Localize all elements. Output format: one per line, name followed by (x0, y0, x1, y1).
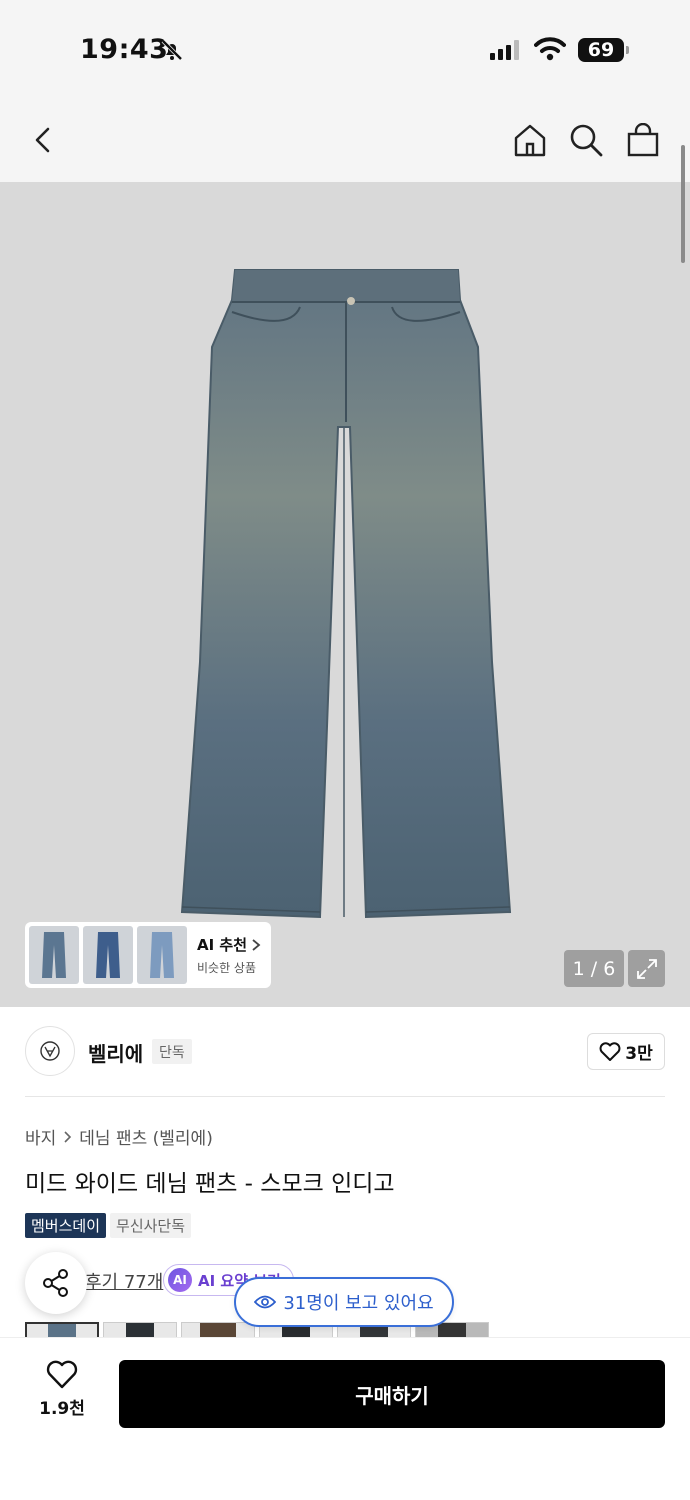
review-count-link[interactable]: 후기 77개 (85, 1268, 163, 1294)
divider (25, 1096, 665, 1097)
eye-icon (254, 1295, 277, 1309)
product-tags: 멤버스데이 무신사단독 (25, 1213, 192, 1238)
share-button[interactable] (25, 1252, 87, 1314)
viewers-toast: 31명이 보고 있어요 (234, 1277, 454, 1327)
wifi-icon (534, 37, 566, 61)
back-button[interactable] (20, 116, 68, 164)
wishlist-count: 1.9천 (39, 1399, 85, 1419)
cart-button[interactable] (619, 116, 667, 164)
ai-recommend-title: AI 추천 (197, 936, 248, 954)
ai-badge-icon: AI (168, 1268, 192, 1292)
shopping-bag-icon (627, 123, 659, 157)
back-arrow-icon (35, 127, 50, 153)
heart-icon (599, 1041, 621, 1061)
brand-logo[interactable] (25, 1026, 75, 1076)
home-icon (514, 124, 546, 157)
home-button[interactable] (506, 116, 554, 164)
nav-bar (0, 100, 690, 182)
breadcrumb-subcategory[interactable]: 데님 팬츠 (벨리에) (79, 1124, 213, 1149)
jeans-thumb-icon (42, 932, 66, 978)
recommend-thumb[interactable] (83, 926, 133, 984)
viewers-text: 31명이 보고 있어요 (283, 1293, 434, 1314)
status-time: 19:43 (80, 34, 169, 65)
brand-like-button[interactable]: 3만 (587, 1033, 665, 1070)
expand-icon (636, 958, 657, 979)
breadcrumb: 바지 데님 팬츠 (벨리에) (25, 1124, 213, 1149)
chevron-right-icon (252, 938, 261, 951)
brand-logo-mark (40, 1041, 60, 1061)
recommend-thumb[interactable] (29, 926, 79, 984)
scroll-indicator (681, 145, 685, 263)
member-day-tag: 멤버스데이 (25, 1213, 107, 1238)
jeans-thumb-icon (150, 932, 174, 978)
wishlist-button[interactable]: 1.9천 (30, 1360, 94, 1419)
recommend-thumb[interactable] (137, 926, 187, 984)
ai-recommend-card[interactable]: AI 추천 비슷한 상품 (25, 922, 271, 988)
ai-recommend-subtitle: 비슷한 상품 (197, 961, 257, 975)
product-title: 미드 와이드 데님 팬츠 - 스모크 인디고 (25, 1171, 395, 1197)
product-image-gallery[interactable]: AI 추천 비슷한 상품 1 / 6 (0, 182, 690, 1007)
expand-button[interactable] (628, 950, 665, 987)
brand-name[interactable]: 벨리에 (88, 1038, 143, 1067)
jeans-thumb-icon (96, 932, 120, 978)
chevron-right-icon (64, 1130, 72, 1143)
heart-icon (46, 1360, 78, 1389)
bell-off-icon (161, 39, 183, 61)
share-icon (43, 1269, 68, 1297)
brand-row: 벨리에 단독 3만 (0, 1007, 690, 1097)
signal-icon (490, 40, 519, 60)
product-image-jeans (180, 269, 512, 919)
musinsa-exclusive-tag: 무신사단독 (110, 1213, 192, 1238)
search-icon (570, 124, 603, 157)
battery-indicator: 69 (578, 38, 629, 62)
status-bar: 19:43 69 (0, 0, 690, 100)
buy-button[interactable]: 구매하기 (119, 1360, 665, 1428)
search-button[interactable] (562, 116, 610, 164)
brand-like-count: 3만 (625, 1044, 653, 1064)
image-page-counter: 1 / 6 (564, 950, 624, 987)
exclusive-badge: 단독 (152, 1039, 192, 1064)
breadcrumb-category[interactable]: 바지 (25, 1124, 56, 1149)
bottom-action-bar: 1.9천 구매하기 (0, 1337, 690, 1500)
